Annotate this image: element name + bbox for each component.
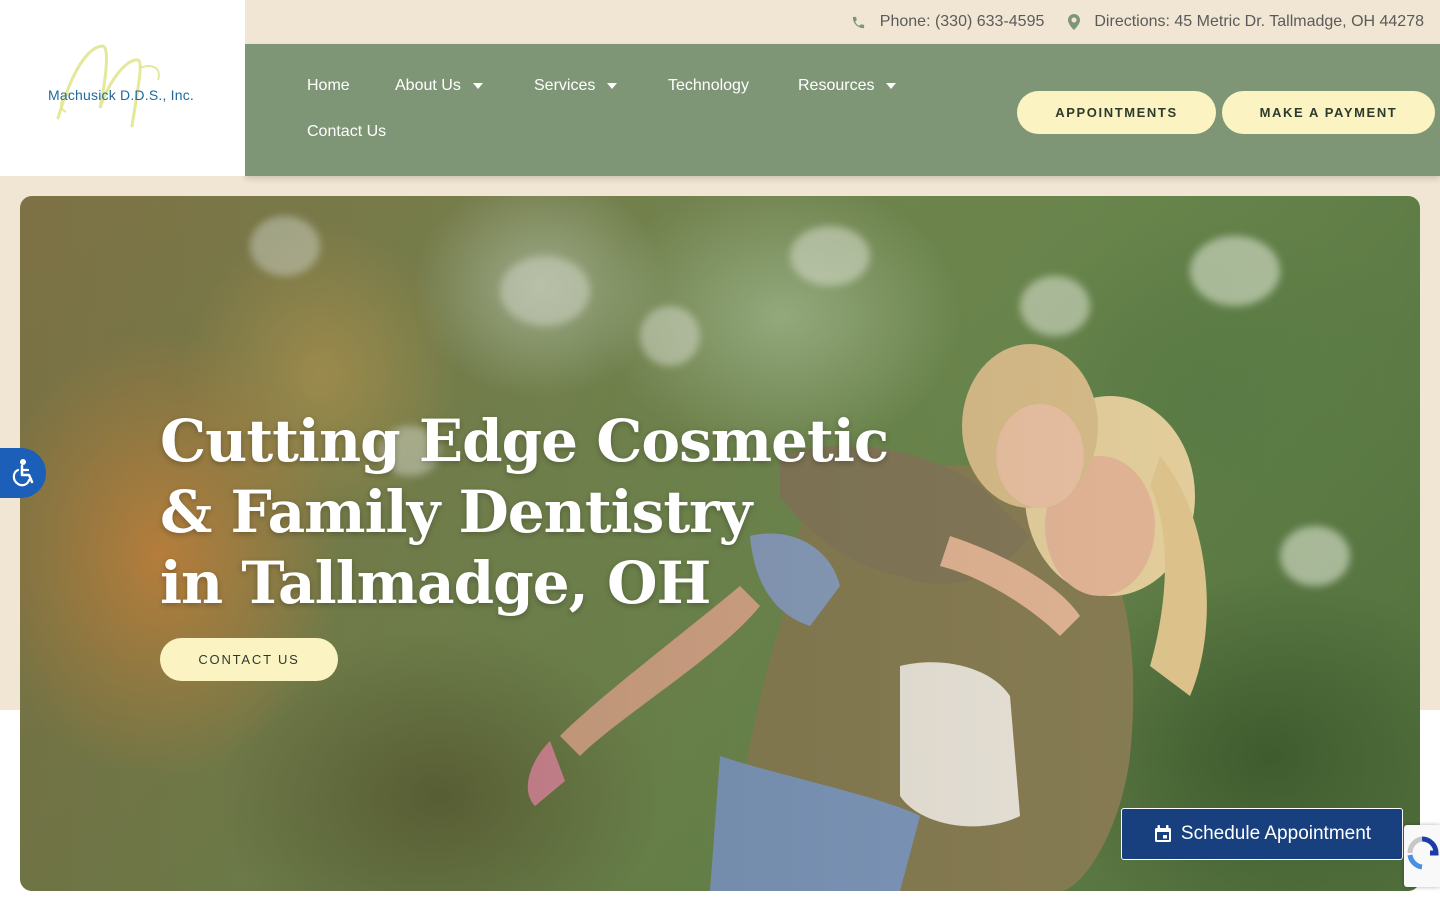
phone-text: Phone: (330) 633-4595 (879, 13, 1045, 30)
phone-icon (852, 16, 864, 28)
hero-heading: Cutting Edge Cosmetic & Family Dentistry… (160, 406, 889, 619)
map-pin-icon (1068, 14, 1081, 30)
hero-heading-line: in Tallmadge, OH (160, 549, 711, 617)
logo-text: Machusick D.D.S., Inc. (48, 87, 194, 103)
main-nav: Home About Us Services Technology Resour… (245, 44, 1440, 176)
nav-item-resources[interactable]: Resources (798, 77, 897, 95)
nav-item-label: Home (307, 77, 350, 94)
schedule-appointment-button[interactable]: Schedule Appointment (1121, 808, 1403, 860)
caret-down-icon (472, 83, 483, 89)
nav-item-label: Resources (798, 77, 875, 94)
wheelchair-icon (12, 459, 34, 487)
recaptcha-icon (1407, 836, 1439, 870)
schedule-appointment-label: Schedule Appointment (1180, 823, 1372, 844)
phone-info[interactable]: Phone: (330) 633-4595 (851, 13, 1045, 31)
nav-item-technology[interactable]: Technology (668, 77, 749, 95)
nav-item-label: About Us (395, 77, 461, 94)
caret-down-icon (886, 83, 897, 89)
nav-item-label: Contact Us (307, 123, 387, 140)
calendar-icon (1154, 825, 1171, 842)
make-payment-button[interactable]: MAKE A PAYMENT (1222, 91, 1435, 134)
hero-heading-line: & Family Dentistry (160, 478, 752, 546)
nav-item-label: Technology (668, 77, 749, 94)
directions-info[interactable]: Directions: 45 Metric Dr. Tallmadge, OH … (1068, 13, 1424, 31)
logo[interactable]: Machusick D.D.S., Inc. (0, 0, 245, 176)
nav-item-services[interactable]: Services (534, 77, 618, 95)
nav-item-contact-us[interactable]: Contact Us (307, 123, 386, 141)
hero-heading-line: Cutting Edge Cosmetic (160, 407, 889, 475)
recaptcha-badge[interactable] (1404, 825, 1440, 887)
hero-section: Cutting Edge Cosmetic & Family Dentistry… (20, 196, 1420, 891)
top-info-bar: Phone: (330) 633-4595 Directions: 45 Met… (245, 0, 1440, 44)
contact-us-button[interactable]: CONTACT US (160, 638, 338, 681)
nav-item-about-us[interactable]: About Us (395, 77, 483, 95)
directions-text: Directions: 45 Metric Dr. Tallmadge, OH … (1094, 13, 1424, 30)
appointments-button[interactable]: APPOINTMENTS (1017, 91, 1216, 134)
nav-item-label: Services (534, 77, 596, 94)
caret-down-icon (607, 83, 618, 89)
nav-item-home[interactable]: Home (307, 77, 350, 95)
